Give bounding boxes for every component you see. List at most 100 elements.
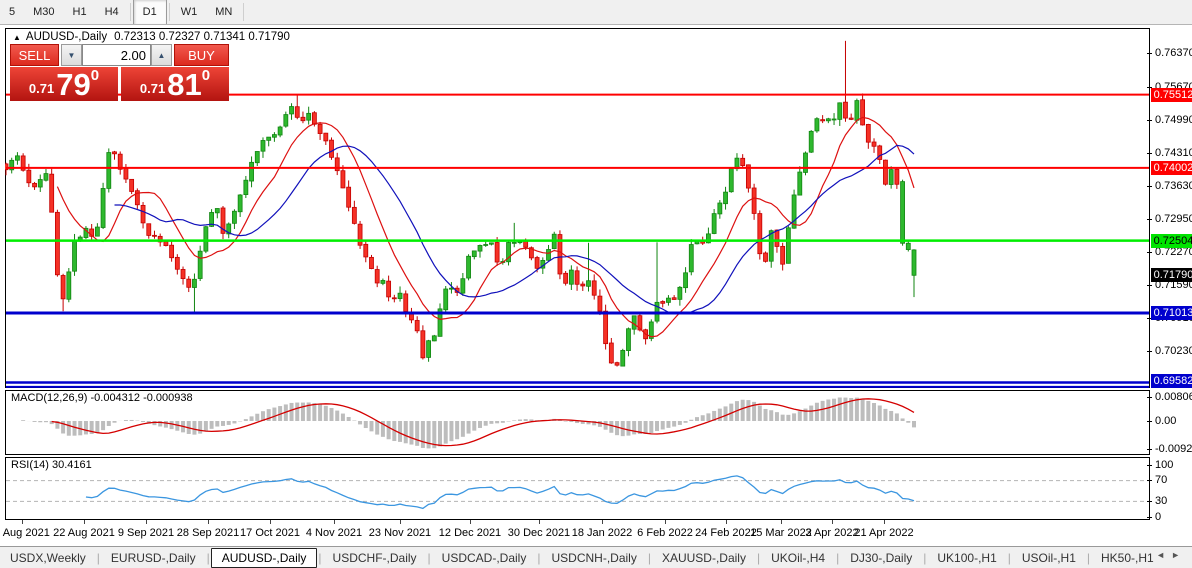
price-tick xyxy=(1147,219,1152,220)
date-tick xyxy=(884,520,885,524)
date-tick xyxy=(334,520,335,524)
date-tick xyxy=(665,520,666,524)
tab-scroll-left-icon[interactable]: ◄ xyxy=(1156,550,1171,560)
buy-button[interactable]: BUY xyxy=(174,44,229,66)
tab-separator: | xyxy=(1086,551,1091,565)
price-level-badge: 0.71790 xyxy=(1151,268,1192,282)
macd-indicator-label: MACD(12,26,9) -0.004312 -0.000938 xyxy=(11,392,193,404)
timeframe-button-5[interactable]: 5 xyxy=(0,0,24,24)
price-tick xyxy=(1147,120,1152,121)
date-tick xyxy=(539,520,540,524)
buy-price-pips: 81 xyxy=(167,67,202,102)
tab-usdcnh-daily[interactable]: USDCNH-,Daily xyxy=(541,549,646,567)
tab-eurusd-daily[interactable]: EURUSD-,Daily xyxy=(101,549,206,567)
trading-platform-window: 5 M30 H1 H4 D1 W1 MN ▲ AUDUSD-,Daily 0.72313 0… xyxy=(0,0,1192,568)
date-tick xyxy=(400,520,401,524)
volume-input[interactable]: 2.00 xyxy=(82,44,151,66)
chart-tab-bar: USDX,Weekly | EURUSD-,Daily | AUDUSD-,Daily |… xyxy=(0,546,1192,568)
price-tick xyxy=(1147,351,1152,352)
timeframe-button-h4[interactable]: H4 xyxy=(96,0,128,24)
tab-scroll-right-icon[interactable]: ► xyxy=(1171,550,1186,560)
price-tick-label: 0.74310 xyxy=(1155,147,1192,159)
price-tick-label: 0.70230 xyxy=(1155,345,1192,357)
volume-decrease-button[interactable]: ▼ xyxy=(61,44,82,66)
price-tick-label: 0.76370 xyxy=(1155,47,1192,59)
tab-usoil-h1[interactable]: USOil-,H1 xyxy=(1012,549,1086,567)
rsi-scale-label: 0 xyxy=(1155,511,1162,523)
macd-indicator-values: -0.004312 -0.000938 xyxy=(90,392,193,404)
spin-up-icon: ▲ xyxy=(157,50,166,60)
date-tick xyxy=(602,520,603,524)
toolbar-separator xyxy=(243,3,245,21)
price-tick xyxy=(1147,53,1152,54)
tab-usdchf-daily[interactable]: USDCHF-,Daily xyxy=(323,549,427,567)
timeframe-button-w1[interactable]: W1 xyxy=(172,0,207,24)
macd-scale-label: -0.009286 xyxy=(1155,443,1192,455)
price-level-badge: 0.74002 xyxy=(1151,161,1192,175)
volume-increase-button[interactable]: ▲ xyxy=(151,44,172,66)
price-tick xyxy=(1147,186,1152,187)
chart-symbol-header: ▲ AUDUSD-,Daily 0.72313 0.72327 0.71341 … xyxy=(13,31,290,43)
tab-scroll-arrows[interactable]: ◄► xyxy=(1156,550,1186,560)
timeframe-toolbar: 5 M30 H1 H4 D1 W1 MN xyxy=(0,0,1192,25)
tab-separator: | xyxy=(647,551,651,565)
rsi-panel-canvas[interactable] xyxy=(5,457,1151,520)
timeframe-button-d1[interactable]: D1 xyxy=(132,0,167,24)
rsi-scale-label: 70 xyxy=(1155,474,1168,486)
date-tick xyxy=(726,520,727,524)
tab-separator: | xyxy=(206,551,210,565)
tab-dj30-daily[interactable]: DJ30-,Daily xyxy=(840,549,922,567)
spin-down-icon: ▼ xyxy=(67,50,76,60)
date-tick xyxy=(470,520,471,524)
tab-separator: | xyxy=(923,551,927,565)
ohlc-values: 0.72313 0.72327 0.71341 0.71790 xyxy=(114,31,290,43)
one-click-trade-widget: SELL ▼ 2.00 ▲ BUY 0.71 79 0 0.71 81 0 xyxy=(10,44,229,101)
buy-price-base: 0.71 xyxy=(139,81,166,96)
tab-xauusd-daily[interactable]: XAUUSD-,Daily xyxy=(652,549,756,567)
sell-button[interactable]: SELL xyxy=(10,44,59,66)
buy-price-display[interactable]: 0.71 81 0 xyxy=(121,67,229,101)
tab-usdx-weekly[interactable]: USDX,Weekly xyxy=(0,549,96,567)
rsi-indicator-label: RSI(14) 30.4161 xyxy=(11,459,92,471)
sell-price-pipette: 0 xyxy=(90,67,100,84)
tab-usdcad-daily[interactable]: USDCAD-,Daily xyxy=(432,549,537,567)
price-tick-label: 0.72950 xyxy=(1155,213,1192,225)
timeframe-button-mn[interactable]: MN xyxy=(206,0,241,24)
date-label: 21 Apr 2022 xyxy=(854,527,914,539)
price-tick xyxy=(1147,252,1152,253)
rsi-tick xyxy=(1147,480,1152,481)
date-tick xyxy=(781,520,782,524)
macd-tick xyxy=(1147,421,1152,422)
date-tick xyxy=(84,520,85,524)
toolbar-separator xyxy=(168,3,170,21)
sell-price-display[interactable]: 0.71 79 0 xyxy=(10,67,118,101)
price-tick-label: 0.73630 xyxy=(1155,180,1192,192)
tab-separator: | xyxy=(537,551,541,565)
price-level-badge: 0.69582 xyxy=(1151,374,1192,388)
tab-separator: | xyxy=(96,551,100,565)
tab-hk50-h1[interactable]: HK50-,H1 xyxy=(1091,549,1164,567)
macd-scale-label: 0.00 xyxy=(1155,415,1177,427)
rsi-tick xyxy=(1147,517,1152,518)
tab-separator: | xyxy=(1007,551,1011,565)
tab-uk100-h1[interactable]: UK100-,H1 xyxy=(927,549,1006,567)
tab-separator: | xyxy=(318,551,322,565)
symbol-name: AUDUSD-,Daily xyxy=(25,31,108,43)
date-tick xyxy=(270,520,271,524)
tab-audusd-daily[interactable]: AUDUSD-,Daily xyxy=(210,548,318,568)
rsi-scale-label: 30 xyxy=(1155,495,1168,507)
tab-ukoil-h4[interactable]: UKOil-,H4 xyxy=(761,549,835,567)
timeframe-button-m30[interactable]: M30 xyxy=(24,0,63,24)
date-tick xyxy=(22,520,23,524)
sell-price-pips: 79 xyxy=(56,67,91,102)
buy-price-pipette: 0 xyxy=(201,67,211,84)
collapse-triangle-icon[interactable]: ▲ xyxy=(13,33,21,42)
timeframe-button-h1[interactable]: H1 xyxy=(64,0,96,24)
price-tick-label: 0.74990 xyxy=(1155,114,1192,126)
toolbar-separator xyxy=(129,3,131,21)
date-tick xyxy=(208,520,209,524)
macd-tick xyxy=(1147,449,1152,450)
tab-separator: | xyxy=(836,551,840,565)
rsi-scale-label: 100 xyxy=(1155,459,1174,471)
rsi-tick xyxy=(1147,465,1152,466)
